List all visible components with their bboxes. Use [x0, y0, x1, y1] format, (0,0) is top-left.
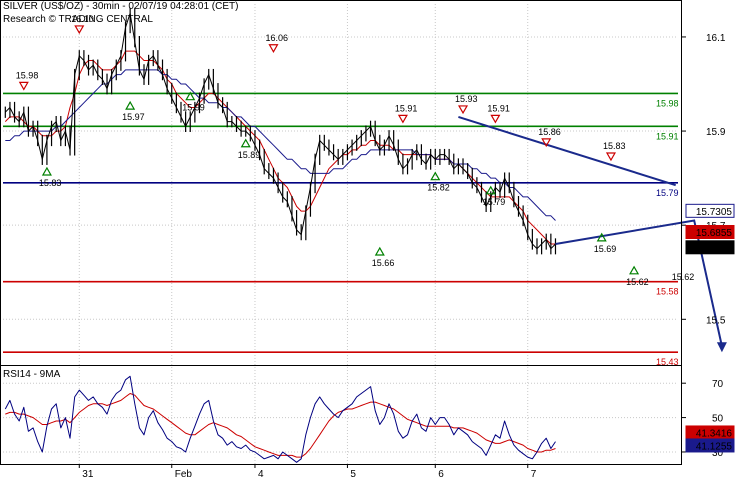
research-credit: Research © TRADING CENTRAL: [3, 14, 153, 25]
rsi-ma-line: [5, 393, 556, 458]
rsi-line: [4, 375, 556, 463]
x-tick-label: 7: [531, 469, 537, 480]
price-tags: 15.7305 15.6855 15.653 41.3416 41.1255: [685, 203, 735, 453]
pivot-high-marker: [605, 152, 616, 162]
pivot-high-marker: [397, 114, 408, 124]
pivot-low-marker: [41, 166, 52, 176]
pivot-low-label: 15.82: [427, 183, 450, 193]
rsi-y-tick-label: 50: [712, 414, 724, 425]
pivot-high-label: 15.91: [395, 103, 418, 113]
pivot-low-label: 15.83: [39, 178, 62, 188]
pivot-low-label: 15.62: [672, 272, 695, 282]
pivot-low-label: 15.69: [594, 244, 617, 254]
pivot-low-label: 15.62: [626, 277, 649, 287]
pivot-high-label: 15.98: [16, 70, 39, 80]
price-tag-label: 15.6855: [696, 228, 733, 239]
rsi-series: [4, 375, 556, 463]
pivot-low-label: 15.79: [483, 197, 506, 207]
level-label: 15.79: [656, 188, 679, 198]
ma-slow-line: [5, 69, 556, 221]
rsi-y-tick-label: 70: [712, 379, 724, 390]
x-tick-label: 6: [438, 469, 444, 480]
pivot-low-label: 15.99: [182, 103, 205, 113]
rsi-title: RSI14 - 9MA: [3, 369, 61, 380]
horizontal-levels: 15.9815.9115.7915.5815.43: [3, 92, 679, 367]
projection-arrowhead: [716, 342, 727, 353]
rsi-grid: [3, 382, 678, 453]
pivot-low-marker: [240, 138, 251, 148]
price-tag-label: 15.653: [701, 243, 732, 254]
pivot-low-marker: [374, 246, 385, 256]
x-axis-ticks: 31 Feb 4 5 6 7: [78, 464, 537, 480]
ma-fast-line: [4, 50, 556, 245]
pivot-low-label: 15.97: [122, 112, 145, 122]
pivot-high-marker: [18, 81, 29, 91]
pivot-high-marker: [490, 114, 501, 124]
chart-title: SILVER (US$/OZ) - 30min - 02/07/19 04:28…: [3, 1, 239, 12]
x-tick-label: 31: [82, 469, 94, 480]
pivot-high-label: 16.06: [265, 33, 288, 43]
pivot-high-marker: [457, 105, 469, 115]
y-tick-label: 15.9: [706, 127, 726, 138]
pivot-high-label: 15.86: [538, 127, 561, 137]
price-tag-label: 15.7305: [696, 207, 733, 218]
price-grid: [3, 4, 678, 464]
pivot-low-label: 15.89: [238, 150, 261, 160]
y-tick-label: 15.5: [706, 315, 726, 326]
pivot-low-marker: [629, 265, 640, 275]
level-label: 15.91: [656, 131, 679, 141]
pivot-high-marker: [74, 25, 85, 35]
pivot-low-marker: [125, 100, 136, 110]
price-tag-label: 41.1255: [696, 441, 733, 452]
pivot-high-marker: [268, 44, 279, 53]
price-tag-label: 41.3416: [696, 428, 733, 439]
x-tick-label: 4: [258, 469, 264, 480]
pivot-high-label: 15.93: [455, 94, 478, 104]
level-label: 15.58: [656, 287, 679, 297]
price-chart: 31 Feb 4 5 6 7 15.9815.9115.7915.5815.43 15.9…: [0, 0, 735, 480]
pivot-high-label: 15.83: [603, 141, 626, 151]
pivot-low-label: 15.66: [372, 258, 395, 268]
y-tick-label: 16.1: [706, 33, 726, 44]
resistance-trendline: [458, 115, 676, 187]
level-label: 15.98: [656, 98, 679, 108]
x-tick-label: Feb: [175, 469, 193, 480]
pivot-high-label: 15.91: [487, 103, 510, 113]
x-tick-label: 5: [350, 469, 356, 480]
